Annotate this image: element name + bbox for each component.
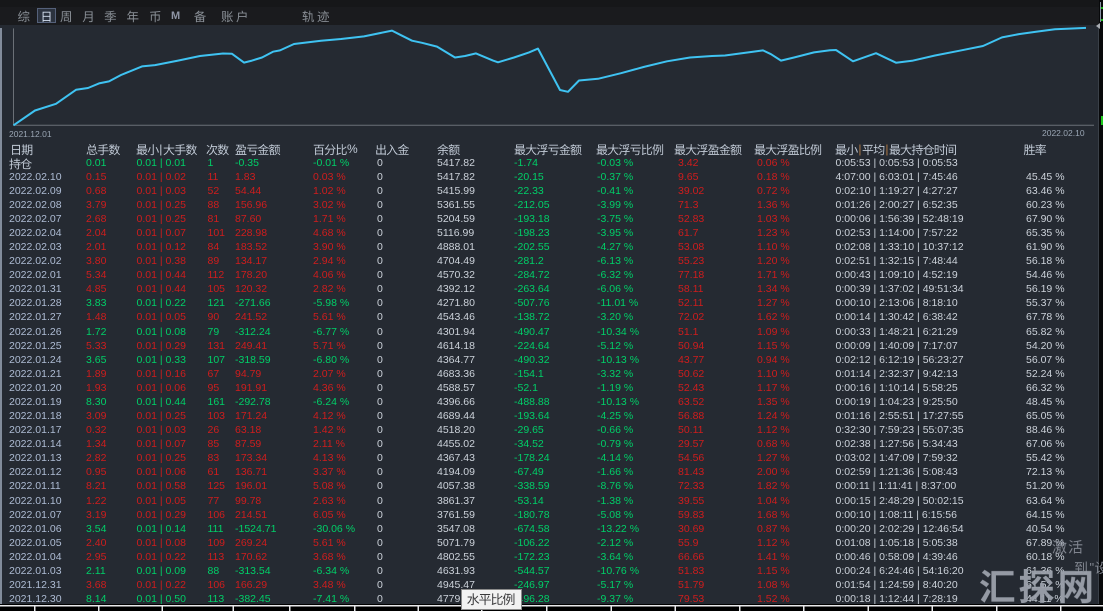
svg-text:|: | xyxy=(885,142,888,156)
svg-text:|: | xyxy=(858,142,861,156)
svg-text:|: | xyxy=(159,142,162,156)
svg-text:%: % xyxy=(347,142,358,156)
